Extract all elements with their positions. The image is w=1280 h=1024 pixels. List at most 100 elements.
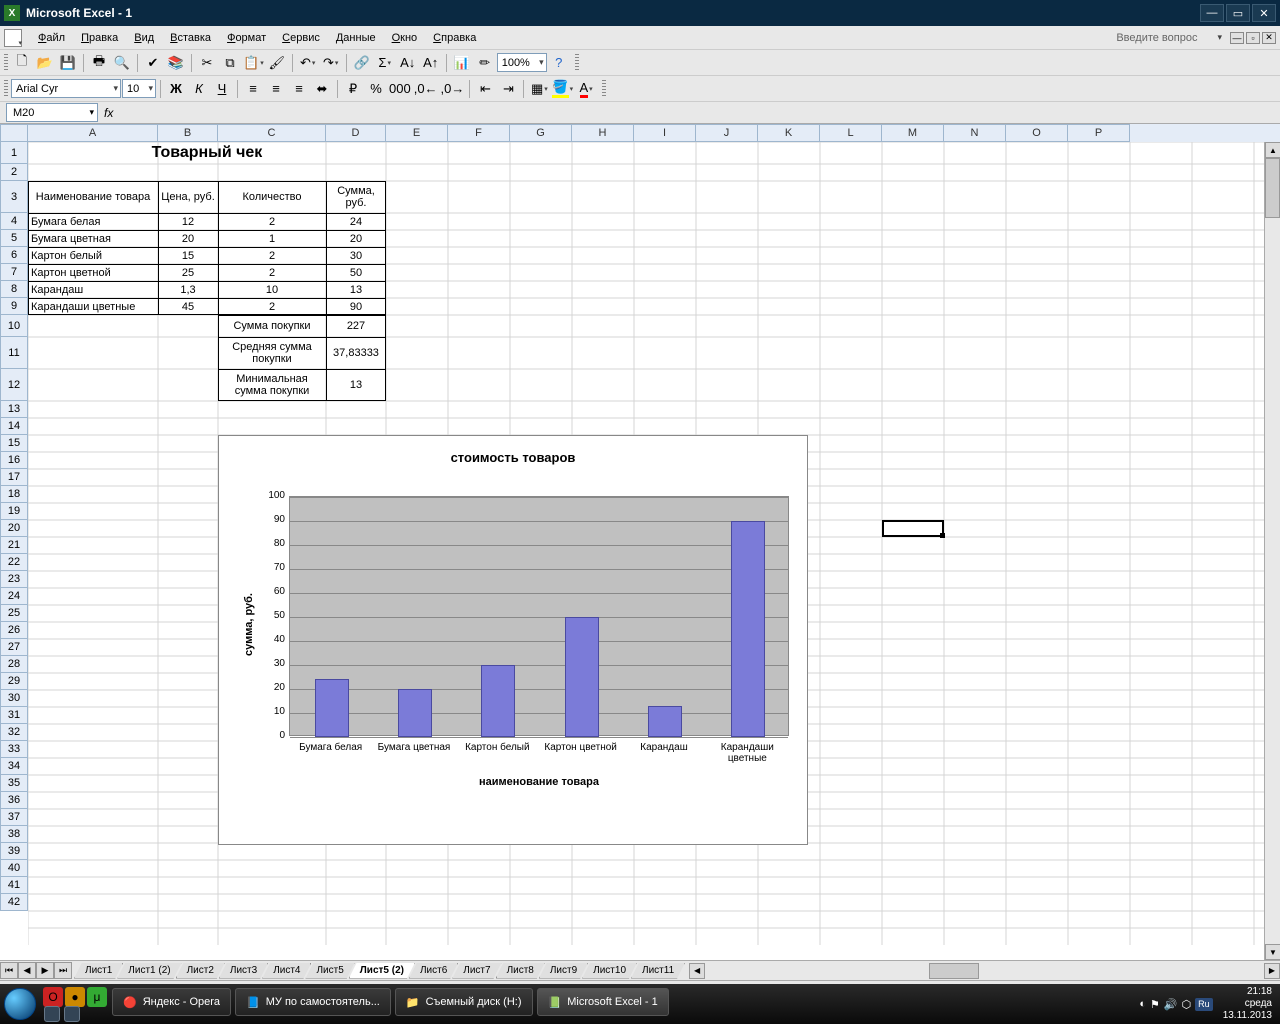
table-header[interactable]: Количество <box>218 181 326 213</box>
underline-button[interactable]: Ч <box>211 78 233 100</box>
row-header-8[interactable]: 8 <box>0 281 28 298</box>
start-button[interactable] <box>0 984 40 1024</box>
sheet-tab[interactable]: Лист10 <box>582 963 637 979</box>
table-cell[interactable]: Карандаши цветные <box>28 298 158 315</box>
sub-minimize-button[interactable]: — <box>1230 32 1244 44</box>
row-header-16[interactable]: 16 <box>0 452 28 469</box>
row-header-7[interactable]: 7 <box>0 264 28 281</box>
row-header-14[interactable]: 14 <box>0 418 28 435</box>
tray-icon[interactable]: 🔊 <box>1164 998 1178 1011</box>
menu-Вставка[interactable]: Вставка <box>162 30 219 46</box>
chart-bar[interactable] <box>648 706 682 737</box>
row-header-20[interactable]: 20 <box>0 520 28 537</box>
table-cell[interactable]: Бумага белая <box>28 213 158 230</box>
col-header-P[interactable]: P <box>1068 124 1130 142</box>
table-cell[interactable]: Картон белый <box>28 247 158 264</box>
ask-question-box[interactable]: Введите вопрос <box>1110 30 1217 46</box>
row-header-11[interactable]: 11 <box>0 337 28 369</box>
format-painter-button[interactable]: 🖌 <box>266 52 288 74</box>
tray-icon[interactable]: ◐ <box>1139 998 1146 1011</box>
row-header-15[interactable]: 15 <box>0 435 28 452</box>
table-cell[interactable]: 12 <box>158 213 218 230</box>
font-color-button[interactable]: A <box>575 78 597 100</box>
table-cell[interactable]: 2 <box>218 213 326 230</box>
taskbar-button[interactable]: 📗Microsoft Excel - 1 <box>537 988 669 1016</box>
row-header-40[interactable]: 40 <box>0 860 28 877</box>
table-cell[interactable]: 2 <box>218 298 326 315</box>
print-preview-button[interactable]: 🔍 <box>111 52 133 74</box>
tab-nav-prev[interactable]: ◀ <box>18 962 36 979</box>
sheet-tab[interactable]: Лист5 (2) <box>349 963 415 979</box>
paste-button[interactable]: 📋 <box>242 52 265 74</box>
ql-utorrent-icon[interactable]: μ <box>87 987 107 1007</box>
spelling-button[interactable]: ✔ <box>142 52 164 74</box>
summary-value[interactable]: 37,83333 <box>326 337 386 369</box>
row-header-9[interactable]: 9 <box>0 298 28 315</box>
table-cell[interactable]: 20 <box>326 230 386 247</box>
row-header-26[interactable]: 26 <box>0 622 28 639</box>
row-header-5[interactable]: 5 <box>0 230 28 247</box>
chart-bar[interactable] <box>398 689 432 737</box>
sheet-tab[interactable]: Лист1 (2) <box>117 963 181 979</box>
sub-restore-button[interactable]: ▫ <box>1246 32 1260 44</box>
sheet-tab[interactable]: Лист2 <box>176 963 225 979</box>
sheet-tab[interactable]: Лист8 <box>496 963 545 979</box>
ql-app-icon[interactable]: ● <box>65 987 85 1007</box>
formula-input[interactable] <box>119 103 1280 122</box>
table-cell[interactable]: 24 <box>326 213 386 230</box>
menu-Файл[interactable]: Файл <box>30 30 73 46</box>
chart-wizard-button[interactable]: 📊 <box>451 52 473 74</box>
row-header-38[interactable]: 38 <box>0 826 28 843</box>
col-header-M[interactable]: M <box>882 124 944 142</box>
row-header-39[interactable]: 39 <box>0 843 28 860</box>
row-header-1[interactable]: 1 <box>0 142 28 164</box>
hyperlink-button[interactable]: 🔗 <box>351 52 373 74</box>
menu-Данные[interactable]: Данные <box>328 30 384 46</box>
ql-desktop-icon[interactable] <box>44 1006 60 1022</box>
table-cell[interactable]: Картон цветной <box>28 264 158 281</box>
research-button[interactable]: 📚 <box>165 52 187 74</box>
col-header-A[interactable]: A <box>28 124 158 142</box>
cut-button[interactable]: ✂ <box>196 52 218 74</box>
taskbar-button[interactable]: 📁Съемный диск (H:) <box>395 988 533 1016</box>
table-cell[interactable]: Бумага цветная <box>28 230 158 247</box>
scroll-right-button[interactable]: ▶ <box>1264 963 1280 979</box>
open-button[interactable]: 📂 <box>34 52 56 74</box>
font-name-combo[interactable]: Arial Cyr <box>11 79 121 98</box>
tab-nav-first[interactable]: ⏮ <box>0 962 18 979</box>
table-cell[interactable]: 10 <box>218 281 326 298</box>
row-header-33[interactable]: 33 <box>0 741 28 758</box>
increase-indent-button[interactable]: ⇥ <box>497 78 519 100</box>
menu-Сервис[interactable]: Сервис <box>274 30 328 46</box>
row-header-24[interactable]: 24 <box>0 588 28 605</box>
row-header-25[interactable]: 25 <box>0 605 28 622</box>
sort-asc-button[interactable]: A↓ <box>397 52 419 74</box>
autosum-button[interactable]: Σ <box>374 52 396 74</box>
sub-close-button[interactable]: ✕ <box>1262 32 1276 44</box>
system-tray[interactable]: ◐ ⚑ 🔊 ⬡ Ru 21:18 среда 13.11.2013 <box>1131 984 1280 1024</box>
col-header-O[interactable]: O <box>1006 124 1068 142</box>
sort-desc-button[interactable]: A↑ <box>420 52 442 74</box>
row-header-13[interactable]: 13 <box>0 401 28 418</box>
ql-opera-icon[interactable]: O <box>43 987 63 1007</box>
table-header[interactable]: Наименование товара <box>28 181 158 213</box>
doc-control-icon[interactable] <box>4 29 22 47</box>
summary-label[interactable]: Средняя сумма покупки <box>218 337 326 369</box>
redo-button[interactable]: ↷ <box>320 52 342 74</box>
embedded-chart[interactable]: стоимость товаров0102030405060708090100Б… <box>218 435 808 845</box>
hscroll-thumb[interactable] <box>929 963 979 979</box>
borders-button[interactable]: ▦ <box>528 78 550 100</box>
name-box[interactable]: M20 <box>6 103 98 122</box>
row-header-34[interactable]: 34 <box>0 758 28 775</box>
row-header-42[interactable]: 42 <box>0 894 28 911</box>
table-cell[interactable]: 20 <box>158 230 218 247</box>
align-left-button[interactable]: ≡ <box>242 78 264 100</box>
table-cell[interactable]: 2 <box>218 264 326 281</box>
cells-area[interactable]: Товарный чекНаименование товараЦена, руб… <box>28 142 1264 960</box>
sheet-tab[interactable]: Лист1 <box>74 963 123 979</box>
bold-button[interactable]: Ж <box>165 78 187 100</box>
italic-button[interactable]: К <box>188 78 210 100</box>
col-header-J[interactable]: J <box>696 124 758 142</box>
sheet-tab[interactable]: Лист4 <box>262 963 311 979</box>
menu-Окно[interactable]: Окно <box>384 30 426 46</box>
